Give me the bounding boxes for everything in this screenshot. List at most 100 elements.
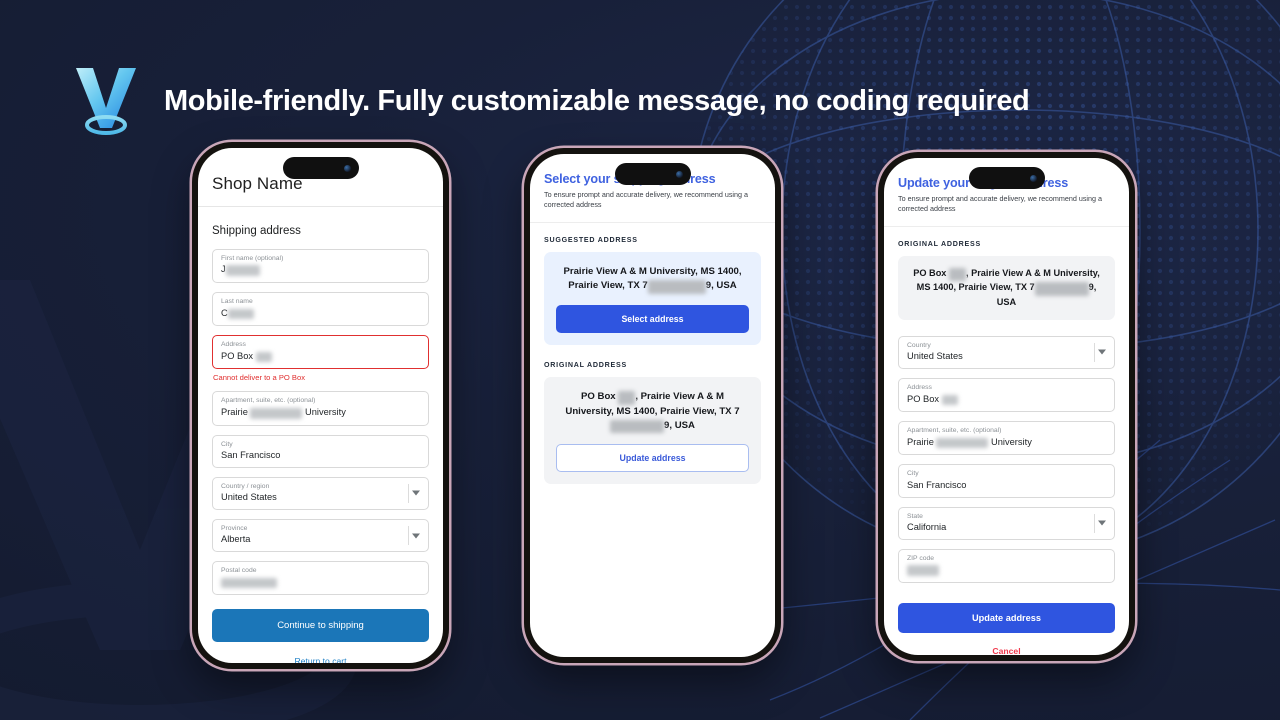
chevron-down-icon[interactable]	[1098, 349, 1106, 355]
original-address-caption: ORIGINAL ADDRESS	[898, 239, 981, 248]
page-header: Mobile-friendly. Fully customizable mess…	[70, 62, 1030, 140]
field-last-name[interactable]: Last name C	[212, 292, 429, 327]
field-label: State	[907, 512, 923, 520]
redacted-text	[221, 577, 277, 589]
field-city[interactable]: City San Francisco	[212, 434, 429, 468]
select-divider	[408, 525, 409, 546]
phone-mockup-checkout: Shop Name Shipping address First name (o…	[192, 142, 449, 669]
select-address-button[interactable]: Select address	[556, 304, 749, 333]
select-divider	[1094, 513, 1095, 533]
front-camera-icon	[1029, 174, 1037, 182]
redacted-text	[250, 407, 303, 419]
field-label: City	[907, 470, 919, 478]
field-zip-code[interactable]: ZIP code	[898, 548, 1115, 583]
chevron-down-icon[interactable]	[412, 533, 420, 539]
phone3-screen: Update your original address To ensure p…	[884, 158, 1129, 655]
field-address[interactable]: Address PO Box	[212, 335, 429, 370]
redacted-text	[610, 419, 665, 434]
redacted-text	[618, 390, 636, 405]
field-label: Apartment, suite, etc. (optional)	[221, 397, 316, 405]
redacted-text	[227, 308, 254, 320]
field-value: PO Box	[221, 351, 420, 363]
dynamic-island	[614, 163, 691, 185]
field-value: PO Box	[907, 394, 1106, 406]
field-value: San Francisco	[907, 479, 967, 490]
field-label: Country / region	[221, 482, 270, 490]
redacted-text	[907, 565, 939, 576]
suggested-address-card: Prairie View A & M University, MS 1400, …	[544, 251, 761, 345]
field-value: Alberta	[221, 534, 251, 545]
field-country[interactable]: Country United States	[898, 335, 1115, 370]
shipping-address-heading: Shipping address	[212, 225, 301, 237]
chevron-down-icon[interactable]	[412, 490, 420, 496]
phone-mockup-update-address: Update your original address To ensure p…	[878, 152, 1135, 661]
redacted-text	[936, 437, 989, 449]
field-value: J	[221, 264, 420, 277]
phone1-screen: Shop Name Shipping address First name (o…	[198, 148, 443, 663]
original-address-text: PO Box , Prairie View A & M University, …	[556, 390, 749, 434]
phone2-screen: Select your shipping address To ensure p…	[530, 154, 775, 657]
redacted-text	[225, 265, 260, 277]
field-state[interactable]: State California	[898, 506, 1115, 540]
original-address-card: PO Box , Prairie View A & M University, …	[898, 255, 1115, 320]
field-value: California	[907, 522, 947, 532]
dynamic-island	[968, 167, 1045, 189]
v-pin-logo-icon	[76, 68, 136, 135]
field-value	[221, 577, 420, 589]
front-camera-icon	[343, 164, 351, 172]
front-camera-icon	[675, 170, 683, 178]
select-divider	[1094, 342, 1095, 363]
field-postal-code[interactable]: Postal code	[212, 561, 429, 596]
field-label: Apartment, suite, etc. (optional)	[907, 427, 1002, 435]
update-address-button[interactable]: Update address	[898, 602, 1115, 633]
field-address[interactable]: Address PO Box	[898, 378, 1115, 413]
suggested-address-caption: SUGGESTED ADDRESS	[544, 235, 638, 244]
field-first-name[interactable]: First name (optional) J	[212, 249, 429, 284]
modal-subtitle: To ensure prompt and accurate delivery, …	[898, 194, 1103, 214]
chevron-down-icon[interactable]	[1098, 520, 1106, 526]
phone-mockup-select-address: Select your shipping address To ensure p…	[524, 148, 781, 663]
field-value	[907, 564, 1106, 576]
update-address-button[interactable]: Update address	[556, 444, 749, 473]
modal-subtitle: To ensure prompt and accurate delivery, …	[544, 190, 749, 210]
field-country-region[interactable]: Country / region United States	[212, 476, 429, 510]
field-label: ZIP code	[907, 554, 935, 562]
address-error-message: Cannot deliver to a PO Box	[213, 373, 306, 383]
field-label: Last name	[221, 298, 253, 306]
redacted-text	[1034, 282, 1089, 296]
field-apartment[interactable]: Apartment, suite, etc. (optional) Prairi…	[898, 421, 1115, 456]
field-label: Country	[907, 341, 931, 349]
field-value: United States	[907, 351, 963, 362]
field-apartment[interactable]: Apartment, suite, etc. (optional) Prairi…	[212, 391, 429, 426]
field-label: Address	[907, 384, 932, 392]
field-value: C	[221, 308, 420, 320]
redacted-text	[941, 394, 958, 406]
field-label: Address	[221, 341, 246, 349]
modal-body: ORIGINAL ADDRESS PO Box , Prairie View A…	[884, 227, 1129, 655]
field-value: Prairie University	[221, 406, 346, 419]
select-divider	[408, 483, 409, 503]
original-address-card: PO Box , Prairie View A & M University, …	[544, 376, 761, 485]
field-value: Prairie University	[907, 436, 1032, 449]
page-title: Mobile-friendly. Fully customizable mess…	[164, 84, 1030, 117]
field-label: First name (optional)	[221, 255, 284, 262]
return-to-cart-link[interactable]: Return to cart	[212, 656, 429, 663]
field-value: San Francisco	[221, 450, 281, 461]
field-city[interactable]: City San Francisco	[898, 464, 1115, 498]
field-label: City	[221, 440, 233, 448]
original-address-text: PO Box , Prairie View A & M University, …	[913, 267, 1100, 307]
field-province[interactable]: Province Alberta	[212, 518, 429, 553]
original-address-caption: ORIGINAL ADDRESS	[544, 360, 627, 369]
modal-body: SUGGESTED ADDRESS Prairie View A & M Uni…	[530, 223, 775, 485]
redacted-text	[948, 267, 966, 282]
field-label: Postal code	[221, 567, 257, 575]
cancel-link[interactable]: Cancel	[898, 646, 1115, 655]
suggested-address-text: Prairie View A & M University, MS 1400, …	[556, 265, 749, 294]
redacted-text	[255, 351, 272, 363]
redacted-text	[647, 279, 706, 294]
dynamic-island	[282, 157, 359, 179]
shipping-form: Shipping address First name (optional) J…	[198, 207, 443, 663]
field-label: Province	[221, 524, 248, 532]
field-value: United States	[221, 492, 277, 503]
continue-to-shipping-button[interactable]: Continue to shipping	[212, 609, 429, 643]
